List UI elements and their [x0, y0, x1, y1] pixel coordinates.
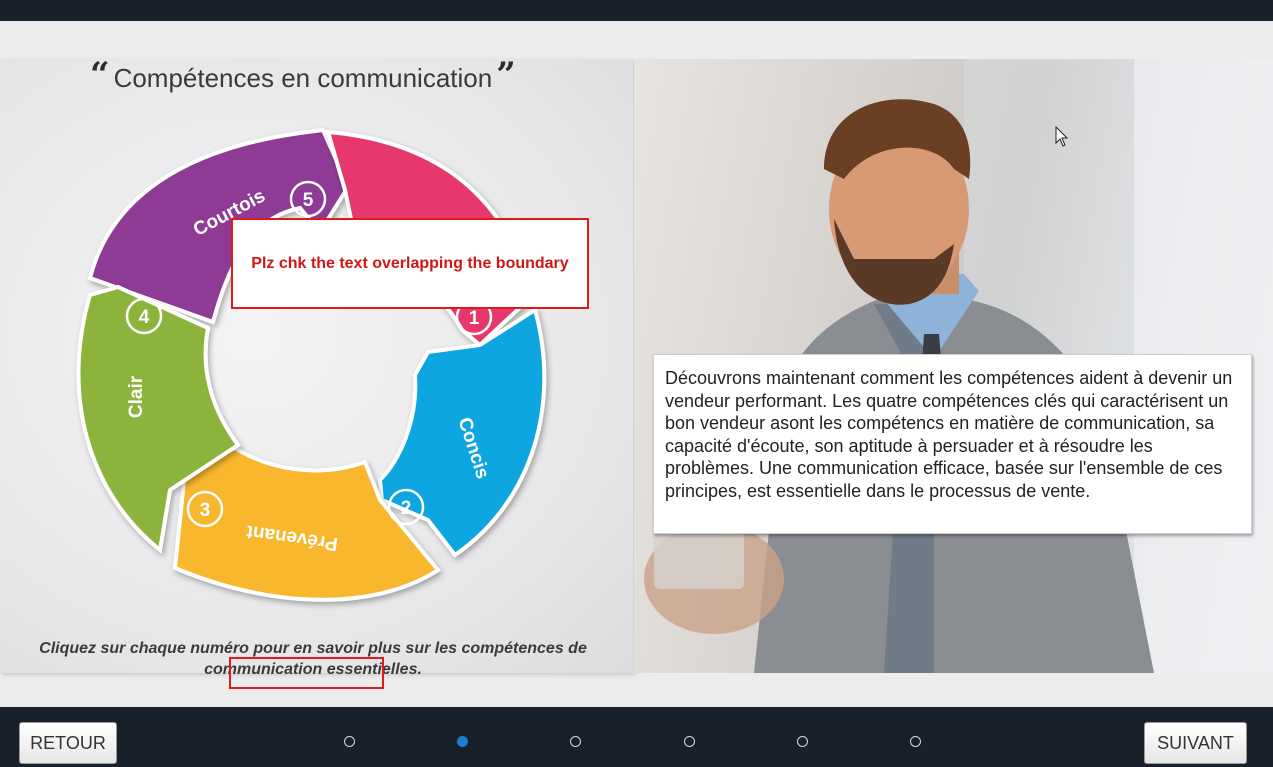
segment-label-clair: Clair — [126, 375, 147, 418]
svg-text:3: 3 — [200, 500, 211, 521]
svg-text:5: 5 — [303, 190, 314, 211]
overlap-highlight-box — [229, 657, 384, 689]
slide-dot-6[interactable] — [910, 736, 921, 747]
top-bar — [0, 0, 1273, 21]
slide-dot-2[interactable] — [457, 736, 468, 747]
bottom-nav-bar — [0, 707, 1273, 767]
mouse-cursor-icon — [1055, 126, 1069, 147]
review-note: Plz chk the text overlapping the boundar… — [231, 218, 589, 309]
svg-text:1: 1 — [469, 308, 480, 329]
svg-text:2: 2 — [401, 498, 412, 519]
svg-text:4: 4 — [139, 307, 150, 328]
slide-dot-1[interactable] — [344, 736, 355, 747]
slide-dot-5[interactable] — [797, 736, 808, 747]
slide-dot-3[interactable] — [570, 736, 581, 747]
description-textbox: Découvrons maintenant comment les compét… — [653, 354, 1252, 534]
next-button[interactable]: SUIVANT — [1144, 722, 1247, 764]
slide-dot-4[interactable] — [684, 736, 695, 747]
back-button[interactable]: RETOUR — [19, 722, 117, 764]
communication-wheel: Courtois Concis Prévenant Clair 5 1 2 3 … — [76, 127, 547, 602]
